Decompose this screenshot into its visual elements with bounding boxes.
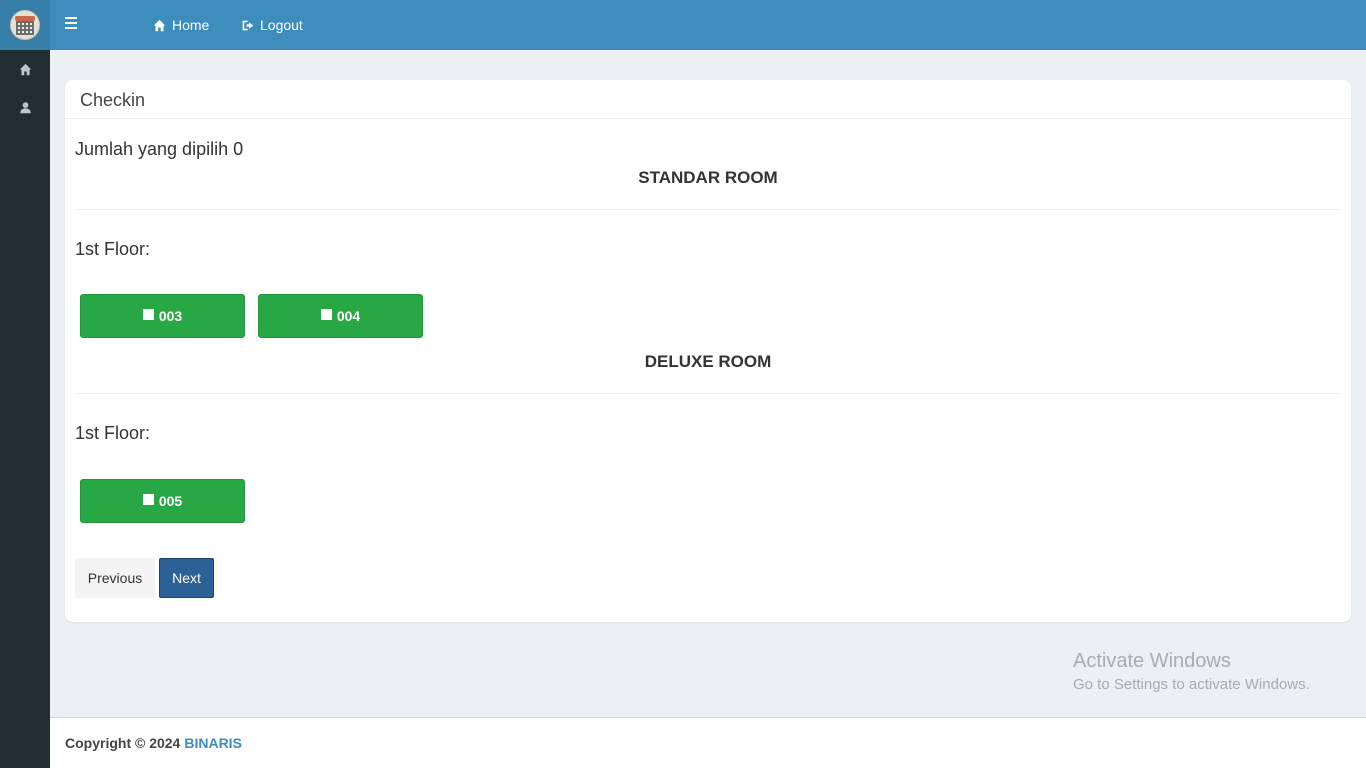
home-icon (153, 19, 166, 31)
footer: Copyright © 2024 BINARIS (50, 717, 1366, 768)
section-title-deluxe: DELUXE ROOM (644, 352, 772, 371)
selected-count: Jumlah yang dipilih 0 (75, 139, 244, 159)
room-number: 003 (158, 308, 183, 324)
copyright-text: Copyright © 2024 (65, 735, 181, 751)
sidebar-item-user[interactable] (0, 88, 50, 126)
room-button-005[interactable]: 005 (80, 479, 245, 523)
floor-label: 1st Floor: (75, 239, 151, 259)
section-title-standar: STANDAR ROOM (638, 168, 778, 187)
logout-icon (242, 20, 254, 30)
next-button[interactable]: Next (159, 558, 214, 598)
windows-activation-watermark: Activate Windows Go to Settings to activ… (1073, 650, 1310, 693)
section-divider (75, 393, 1341, 394)
room-number: 004 (336, 308, 361, 324)
checkbox-icon (320, 309, 332, 320)
home-icon (19, 63, 31, 75)
nav-logout-link[interactable]: Logout (241, 0, 303, 50)
checkbox-icon (142, 309, 154, 320)
section-divider (75, 209, 1341, 210)
previous-button[interactable]: Previous (75, 558, 155, 598)
sidebar (0, 0, 50, 768)
nav-home-link[interactable]: Home (153, 0, 209, 50)
checkin-box: Checkin Jumlah yang dipilih 0 STANDAR RO… (65, 80, 1351, 622)
brand-link[interactable]: BINARIS (184, 735, 242, 751)
room-button-004[interactable]: 004 (258, 294, 423, 338)
menu-toggle-icon[interactable] (65, 17, 77, 29)
app-logo[interactable] (0, 0, 50, 50)
sidebar-item-home[interactable] (0, 50, 50, 88)
room-number: 005 (158, 493, 183, 509)
top-navbar: Home Logout (50, 0, 1366, 50)
floor-label: 1st Floor: (75, 423, 151, 443)
user-icon (19, 101, 31, 113)
watermark-subtitle: Go to Settings to activate Windows. (1073, 676, 1310, 693)
nav-logout-label: Logout (260, 17, 303, 33)
watermark-title: Activate Windows (1073, 650, 1231, 672)
box-title: Checkin (65, 80, 1351, 119)
nav-home-label: Home (172, 17, 210, 33)
hotel-logo-icon (10, 10, 40, 40)
checkbox-icon (142, 494, 154, 505)
room-button-003[interactable]: 003 (80, 294, 245, 338)
